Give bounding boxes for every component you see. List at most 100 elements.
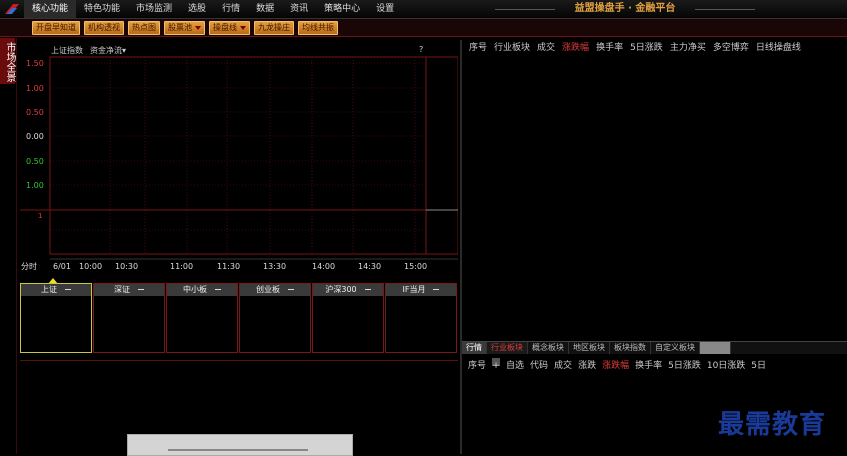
menu-item[interactable]: 行情 xyxy=(214,0,248,18)
dialog-progress xyxy=(168,449,308,451)
menu-item[interactable]: 数据 xyxy=(248,0,282,18)
stock-column-header[interactable]: 5日 xyxy=(751,358,766,374)
index-tile-header: 深证 xyxy=(94,284,164,296)
sector-column-header[interactable]: 多空博弈 xyxy=(713,40,749,56)
toolbar-buttons: 开盘早知道 机构透视 热点图 股票池 操盘线 九龙操庄 均线共振 xyxy=(32,21,338,35)
index-tile-label: 深证 xyxy=(114,285,130,294)
stock-column-header[interactable]: 涨跌幅 xyxy=(602,358,629,374)
sector-tab[interactable]: 行情 xyxy=(462,342,487,354)
index-tile-label: 创业板 xyxy=(256,285,280,294)
menu-item[interactable]: 核心功能 xyxy=(24,0,77,18)
menu-item[interactable]: 选股 xyxy=(180,0,214,18)
collapse-icon[interactable] xyxy=(433,289,440,290)
chart-mode-label[interactable]: 分时 xyxy=(21,261,37,271)
stock-column-header[interactable]: 成交 xyxy=(554,358,572,374)
menu-item[interactable]: 特色功能 xyxy=(76,0,128,18)
toolbar-button[interactable]: 九龙操庄 xyxy=(254,21,294,35)
plot-frame xyxy=(49,56,427,255)
index-tile[interactable]: 创业板 xyxy=(239,283,311,353)
app-title: 益盟操盘手 · 金融平台 xyxy=(495,0,755,18)
index-tile-label: 沪深300 xyxy=(325,285,357,294)
collapse-icon[interactable] xyxy=(215,289,221,290)
toolbar: 开盘早知道 机构透视 热点图 股票池 操盘线 九龙操庄 均线共振 xyxy=(0,19,847,37)
sector-column-header[interactable]: 行业板块 xyxy=(494,40,530,56)
y-tick-label: 1.00 xyxy=(26,84,44,93)
watermark: 最需教育 xyxy=(718,410,827,440)
x-tick-label: 13:30 xyxy=(263,262,286,271)
sector-tab[interactable]: 地区板块 xyxy=(569,342,610,354)
collapse-icon[interactable] xyxy=(364,289,371,290)
y-tick-label: 1.50 xyxy=(26,59,44,68)
index-tile-header: 中小板 xyxy=(167,284,237,296)
sector-column-header[interactable]: 日线操盘线 xyxy=(756,40,801,56)
sector-tab[interactable]: 板块指数 xyxy=(610,342,651,354)
fund-flow-chart[interactable]: 1.50 1.00 0.50 0.00 0.50 1.00 1 10:00 10:30 11:00… xyxy=(20,44,458,273)
menu-item[interactable]: 资讯 xyxy=(282,0,316,18)
collapse-icon[interactable] xyxy=(288,289,294,290)
sector-tab[interactable]: 自定义板块 xyxy=(651,342,700,354)
toolbar-button-label: 股票池 xyxy=(168,23,192,32)
toolbar-button[interactable]: 开盘早知道 xyxy=(32,21,80,35)
stock-column-header[interactable]: 代码 xyxy=(530,358,548,374)
x-tick-label: 10:00 xyxy=(79,262,102,271)
sector-column-header[interactable]: 涨跌幅 xyxy=(562,40,589,56)
stock-column-header[interactable]: 5日涨跌 xyxy=(668,358,701,374)
side-tab-market-overview[interactable]: 市场全景 xyxy=(0,38,15,84)
chart-help-icon[interactable]: ? xyxy=(419,45,423,54)
stock-column-header[interactable]: 涨跌 xyxy=(578,358,596,374)
x-tick-label: 11:00 xyxy=(170,262,193,271)
sector-column-header[interactable]: 成交 xyxy=(537,40,555,56)
index-tile[interactable]: 中小板 xyxy=(166,283,238,353)
x-tick-label: 10:30 xyxy=(115,262,138,271)
sector-column-header[interactable]: 序号 xyxy=(469,40,487,56)
stock-column-header[interactable]: 序号 xyxy=(468,358,486,374)
collapse-icon[interactable] xyxy=(65,289,71,290)
index-tile-header: IF当月 xyxy=(386,284,456,296)
index-tile[interactable]: 沪深300 xyxy=(312,283,384,353)
chart-metric-dropdown[interactable]: 资金净流▾ xyxy=(90,45,126,56)
index-tiles: 上证 深证 中小板 创业板 沪深300 IF当月 xyxy=(20,283,457,353)
y-tick-label: 0.00 xyxy=(26,132,44,141)
chart-index-label[interactable]: 上证指数 xyxy=(51,45,83,56)
stock-column-header[interactable]: 10日涨跌 xyxy=(707,358,745,374)
menu-item[interactable]: 市场监测 xyxy=(128,0,180,18)
toolbar-button[interactable]: 机构透视 xyxy=(84,21,124,35)
index-tile[interactable]: IF当月 xyxy=(385,283,457,353)
stock-table-header: 序号 + 自选 代码 成交 涨跌 涨跌幅 换手率 5日涨跌 10日涨跌 5日 xyxy=(462,358,847,374)
collapse-icon[interactable] xyxy=(138,289,144,290)
menu-item[interactable]: 设置 xyxy=(368,0,402,18)
index-tile-header: 上证 xyxy=(21,284,91,296)
sector-tab[interactable]: 概念板块 xyxy=(528,342,569,354)
tabs-scroll-handle[interactable] xyxy=(700,342,731,354)
sector-column-header[interactable]: 主力净买 xyxy=(670,40,706,56)
index-tile[interactable]: 深证 xyxy=(93,283,165,353)
toolbar-button[interactable]: 均线共振 xyxy=(298,21,338,35)
lower-axis-mark: 1 xyxy=(38,212,42,220)
x-tick-label: 14:30 xyxy=(358,262,381,271)
stock-column-header[interactable]: 换手率 xyxy=(635,358,662,374)
toolbar-button-label: 开盘早知道 xyxy=(36,23,76,32)
toolbar-button[interactable]: 操盘线 xyxy=(209,21,250,35)
toolbar-button-label: 热点图 xyxy=(132,23,156,32)
toolbar-button-label: 均线共振 xyxy=(302,23,334,32)
sector-tab[interactable]: 行业板块 xyxy=(487,342,528,354)
x-tick-label: 14:00 xyxy=(312,262,335,271)
toolbar-button-label: 九龙操庄 xyxy=(258,23,290,32)
toolbar-button[interactable]: 热点图 xyxy=(128,21,160,35)
index-tile[interactable]: 上证 xyxy=(20,283,92,353)
sector-column-header[interactable]: 5日涨跌 xyxy=(630,40,663,56)
add-watchlist-icon[interactable]: + xyxy=(492,358,501,371)
menu-bar: 核心功能 特色功能 市场监测 选股 行情 数据 资讯 策略中心 设置 益盟操盘手 · 金融平台 xyxy=(0,0,847,19)
menu-item[interactable]: 策略中心 xyxy=(316,0,368,18)
popup-dialog[interactable] xyxy=(127,434,353,456)
index-tile-header: 沪深300 xyxy=(313,284,383,296)
stock-column-header[interactable]: 自选 xyxy=(506,358,524,374)
x-tick-label: 11:30 xyxy=(217,262,240,271)
toolbar-button[interactable]: 股票池 xyxy=(164,21,205,35)
sector-tabs: 行情 行业板块 概念板块 地区板块 板块指数 自定义板块 xyxy=(462,341,847,354)
chart-header: 上证指数 资金净流▾ ? xyxy=(20,44,458,56)
sector-column-header[interactable]: 换手率 xyxy=(596,40,623,56)
panel-divider[interactable] xyxy=(460,40,462,454)
index-tile-label: IF当月 xyxy=(402,285,426,294)
y-tick-label: 1.00 xyxy=(26,181,44,190)
